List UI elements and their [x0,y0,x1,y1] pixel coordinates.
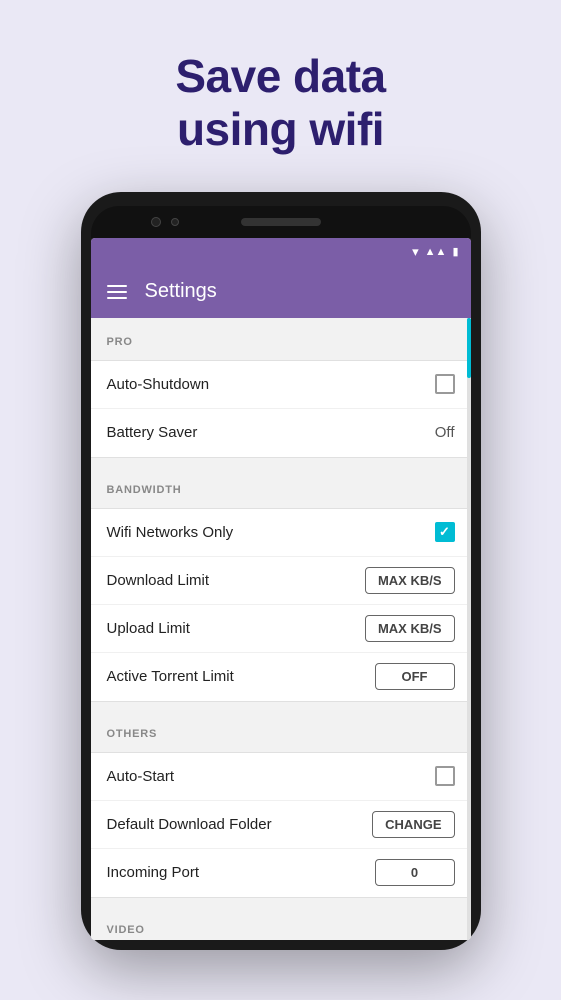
camera-right-icon [171,218,179,226]
setting-row-auto-start[interactable]: Auto-Start [91,753,471,801]
setting-row-wifi-only[interactable]: Wifi Networks Only ✓ [91,509,471,557]
hero-line2: using wifi [177,103,384,155]
upload-limit-button[interactable]: MAX KB/S [365,615,455,642]
active-torrent-label: Active Torrent Limit [107,668,234,685]
hero-line1: Save data [175,50,385,102]
hero-text: Save data using wifi [175,50,385,156]
phone-frame: ▾ ▲▲ ▮ Settings PRO Auto-Shutdown [81,192,481,950]
setting-row-download-folder[interactable]: Default Download Folder CHANGE [91,801,471,849]
status-bar: ▾ ▲▲ ▮ [91,238,471,266]
setting-row-active-torrent[interactable]: Active Torrent Limit OFF [91,653,471,701]
hero-section: Save data using wifi [175,0,385,156]
auto-shutdown-checkbox[interactable] [435,374,455,394]
download-limit-label: Download Limit [107,572,210,589]
battery-saver-value: Off [435,424,455,441]
setting-row-download-limit[interactable]: Download Limit MAX KB/S [91,557,471,605]
section-header-bandwidth: BANDWIDTH [91,474,471,500]
phone-top-bar [91,206,471,238]
auto-start-checkbox[interactable] [435,766,455,786]
scroll-thumb[interactable] [467,318,471,378]
setting-row-battery-saver[interactable]: Battery Saver Off [91,409,471,457]
download-folder-button[interactable]: CHANGE [372,811,454,838]
hamburger-menu-button[interactable] [107,285,127,299]
auto-start-label: Auto-Start [107,768,175,785]
spacer-top-bandwidth [91,466,471,474]
battery-icon: ▮ [452,245,458,258]
phone-screen: ▾ ▲▲ ▮ Settings PRO Auto-Shutdown [91,238,471,940]
settings-scroll-area[interactable]: PRO Auto-Shutdown Battery Saver Off BAND… [91,318,471,940]
camera-left-icon [151,217,161,227]
spacer-top-video [91,906,471,914]
wifi-status-icon: ▾ [412,244,419,260]
incoming-port-button[interactable]: 0 [375,859,455,886]
wifi-only-label: Wifi Networks Only [107,524,234,541]
download-limit-button[interactable]: MAX KB/S [365,567,455,594]
section-group-pro: Auto-Shutdown Battery Saver Off [91,360,471,458]
section-header-others: OTHERS [91,718,471,744]
download-folder-label: Default Download Folder [107,816,272,833]
auto-shutdown-label: Auto-Shutdown [107,376,210,393]
battery-saver-label: Battery Saver [107,424,198,441]
spacer-top-others [91,710,471,718]
spacer-top-pro [91,318,471,326]
incoming-port-label: Incoming Port [107,864,200,881]
speaker [241,218,321,226]
active-torrent-button[interactable]: OFF [375,663,455,690]
section-group-others: Auto-Start Default Download Folder CHANG… [91,752,471,898]
section-header-pro: PRO [91,326,471,352]
setting-row-auto-shutdown[interactable]: Auto-Shutdown [91,361,471,409]
setting-row-incoming-port[interactable]: Incoming Port 0 [91,849,471,897]
upload-limit-label: Upload Limit [107,620,190,637]
hamburger-line-3 [107,297,127,299]
hamburger-line-1 [107,285,127,287]
app-bar-title: Settings [145,280,217,303]
section-group-bandwidth: Wifi Networks Only ✓ Download Limit MAX … [91,508,471,702]
wifi-only-checkbox[interactable]: ✓ [435,522,455,542]
app-bar: Settings [91,266,471,318]
setting-row-upload-limit[interactable]: Upload Limit MAX KB/S [91,605,471,653]
signal-bars-icon: ▲▲ [425,246,447,258]
scroll-indicator[interactable] [467,318,471,940]
hamburger-line-2 [107,291,127,293]
section-header-video: VIDEO [91,914,471,940]
